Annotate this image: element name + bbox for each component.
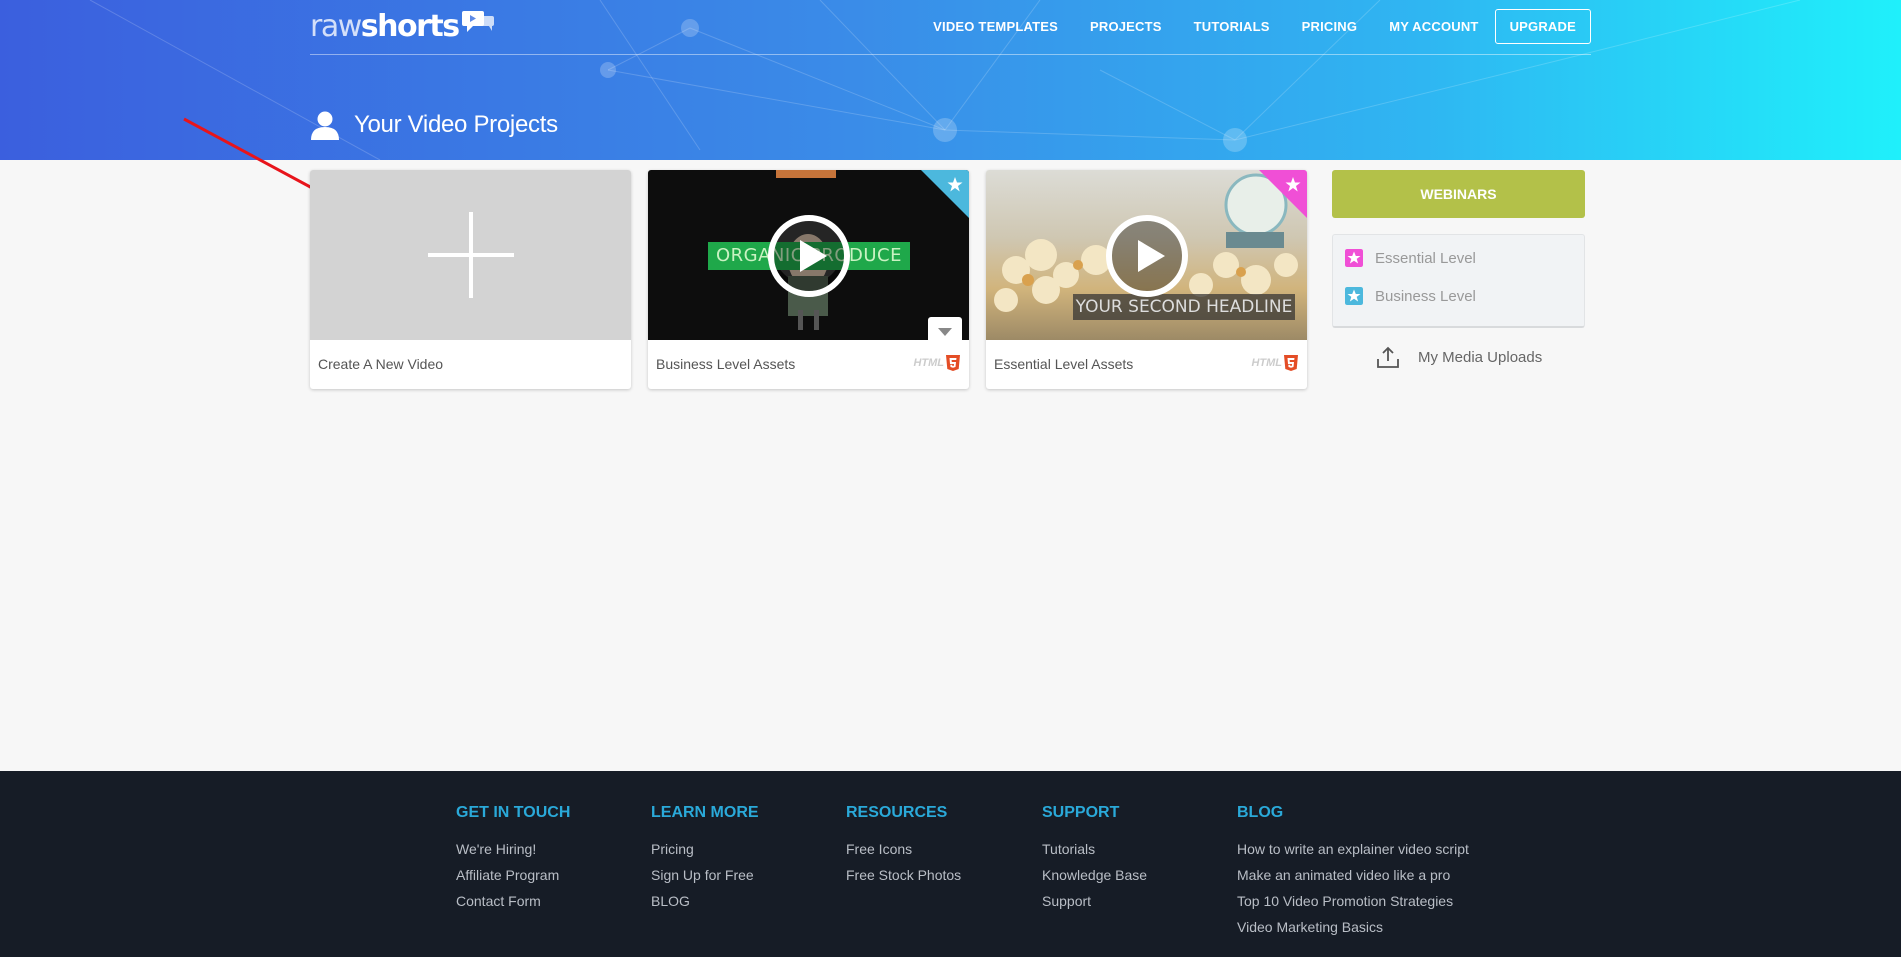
footer-link[interactable]: Top 10 Video Promotion Strategies	[1237, 888, 1469, 914]
footer-heading: RESOURCES	[846, 804, 948, 821]
html5-badge: HTML	[1251, 355, 1298, 371]
logo-wordmark: rawshorts	[310, 9, 460, 44]
video-thumbnail: YOUR SECOND HEADLINE	[986, 170, 1307, 340]
essential-star-icon	[1345, 249, 1363, 267]
chat-bubble-logo-icon	[461, 11, 494, 32]
card-options-dropdown[interactable]	[928, 317, 962, 340]
footer-col-resources: RESOURCES Free Icons Free Stock Photos	[846, 804, 961, 888]
footer-heading: GET IN TOUCH	[456, 804, 571, 821]
footer-heading: LEARN MORE	[651, 804, 759, 821]
nav-tutorials[interactable]: TUTORIALS	[1194, 19, 1270, 34]
html5-shield-icon	[1284, 355, 1298, 371]
html5-badge: HTML	[913, 355, 960, 371]
footer-col-get-in-touch: GET IN TOUCH We're Hiring! Affiliate Pro…	[456, 804, 570, 914]
footer-link[interactable]: Free Icons	[846, 836, 961, 862]
legend-business-level: Business Level	[1345, 287, 1476, 305]
video-thumbnail: ORGANIC PRODUCE	[648, 170, 969, 340]
footer-link[interactable]: Pricing	[651, 836, 759, 862]
legend-essential-level: Essential Level	[1345, 249, 1476, 267]
footer-link[interactable]: We're Hiring!	[456, 836, 570, 862]
page-title: Your Video Projects	[354, 111, 558, 138]
rawshorts-logo[interactable]: rawshorts	[310, 10, 495, 44]
html5-shield-icon	[946, 355, 960, 371]
footer-col-support: SUPPORT Tutorials Knowledge Base Support	[1042, 804, 1147, 914]
nav-video-templates[interactable]: VIDEO TEMPLATES	[933, 19, 1058, 34]
footer-col-blog: BLOG How to write an explainer video scr…	[1237, 804, 1469, 940]
card-label: Business Level Assets	[656, 356, 796, 372]
upgrade-button[interactable]: UPGRADE	[1494, 9, 1591, 44]
header-divider	[310, 54, 1591, 55]
footer-link[interactable]: BLOG	[651, 888, 759, 914]
footer-link[interactable]: Video Marketing Basics	[1237, 914, 1469, 940]
nav-my-account[interactable]: MY ACCOUNT	[1389, 19, 1478, 34]
footer-heading: BLOG	[1237, 804, 1284, 821]
project-card-business[interactable]: ORGANIC PRODUCE Business Level Assets HT…	[648, 170, 969, 389]
card-thumbnail	[310, 170, 631, 340]
site-footer: GET IN TOUCH We're Hiring! Affiliate Pro…	[0, 771, 1901, 957]
my-media-uploads-link[interactable]: My Media Uploads	[1376, 345, 1542, 369]
footer-link[interactable]: Tutorials	[1042, 836, 1147, 862]
plus-icon	[428, 212, 514, 298]
footer-link[interactable]: Make an animated video like a pro	[1237, 862, 1469, 888]
nav-projects[interactable]: PROJECTS	[1090, 19, 1162, 34]
webinars-button[interactable]: WEBINARS	[1332, 170, 1585, 218]
nav-pricing[interactable]: PRICING	[1302, 19, 1358, 34]
upload-icon	[1377, 346, 1399, 368]
footer-link[interactable]: Knowledge Base	[1042, 862, 1147, 888]
card-label: Essential Level Assets	[994, 356, 1134, 372]
footer-link[interactable]: Free Stock Photos	[846, 862, 961, 888]
business-tier-star-icon	[921, 170, 969, 218]
footer-link[interactable]: Affiliate Program	[456, 862, 570, 888]
essential-tier-star-icon	[1259, 170, 1307, 218]
play-icon[interactable]	[767, 214, 851, 298]
business-star-icon	[1345, 287, 1363, 305]
footer-heading: SUPPORT	[1042, 804, 1120, 821]
footer-link[interactable]: Support	[1042, 888, 1147, 914]
card-label: Create A New Video	[318, 356, 444, 372]
footer-link[interactable]: Contact Form	[456, 888, 570, 914]
create-new-video-card[interactable]: Create A New Video	[310, 170, 631, 389]
project-card-essential[interactable]: YOUR SECOND HEADLINE Essential Level Ass…	[986, 170, 1307, 389]
main-nav: VIDEO TEMPLATES PROJECTS TUTORIALS PRICI…	[901, 9, 1591, 44]
level-legend: Essential Level Business Level	[1332, 234, 1585, 328]
footer-link[interactable]: Sign Up for Free	[651, 862, 759, 888]
footer-col-learn-more: LEARN MORE Pricing Sign Up for Free BLOG	[651, 804, 759, 914]
footer-link[interactable]: How to write an explainer video script	[1237, 836, 1469, 862]
play-icon[interactable]	[1105, 214, 1189, 298]
